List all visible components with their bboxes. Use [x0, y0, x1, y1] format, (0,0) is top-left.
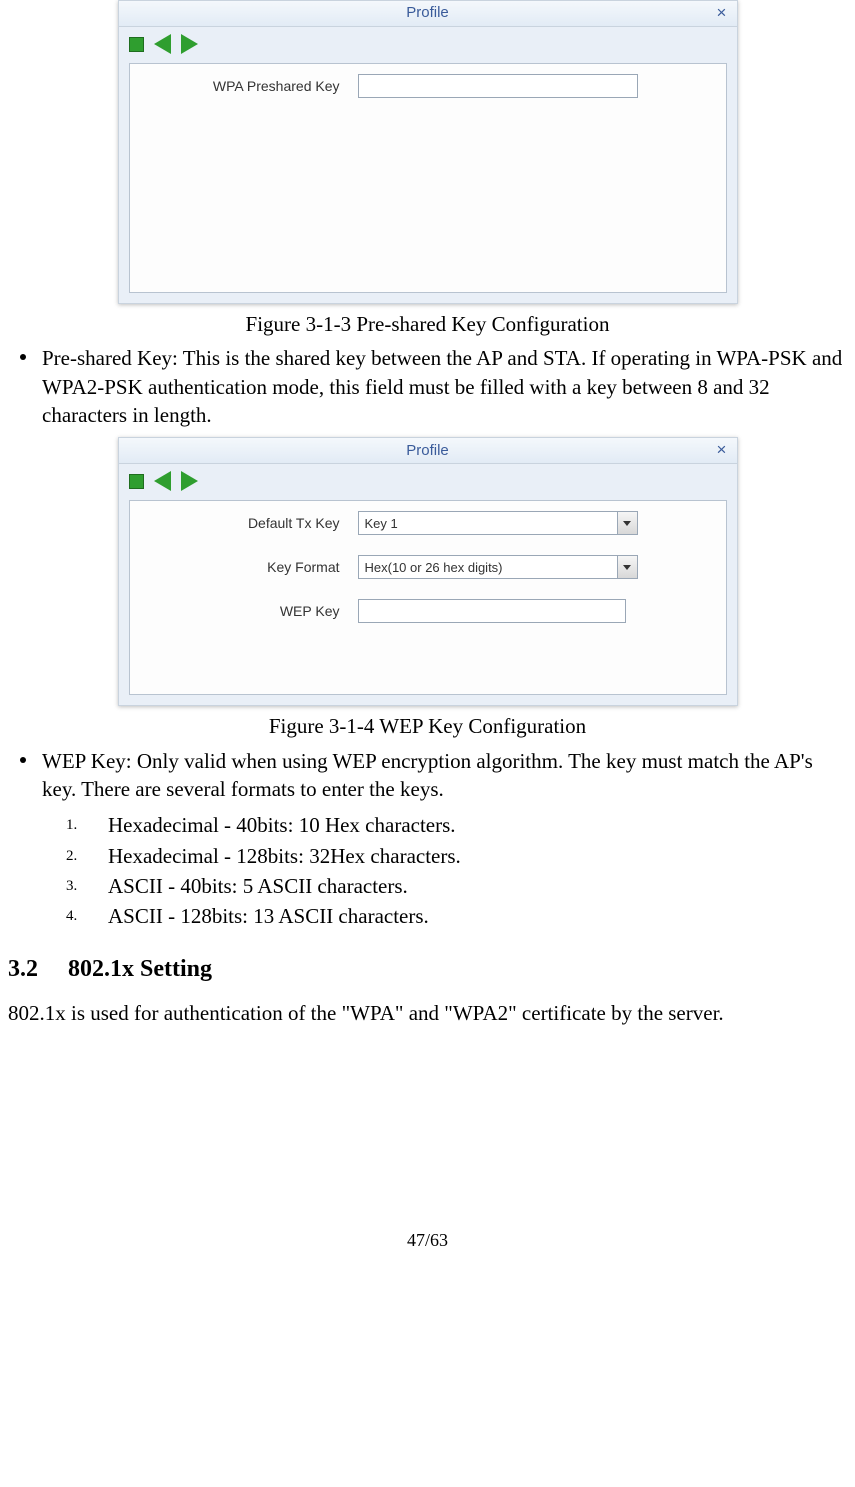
section-title: 802.1x Setting	[68, 956, 212, 982]
figure-caption-3-1-4: Figure 3-1-4 WEP Key Configuration	[8, 712, 847, 740]
wpa-preshared-key-input[interactable]	[358, 74, 638, 98]
default-tx-key-label: Default Tx Key	[148, 514, 358, 533]
chevron-down-icon	[617, 556, 637, 578]
stop-icon[interactable]	[129, 37, 144, 52]
page-number: 47/63	[8, 1228, 847, 1272]
section-heading-3-2: 3.2 802.1x Setting	[8, 953, 847, 985]
field-row-wep-key: WEP Key	[130, 589, 726, 633]
key-format-value: Hex(10 or 26 hex digits)	[365, 559, 503, 577]
dialog-title: Profile	[406, 3, 449, 23]
dialog-body: WPA Preshared Key	[129, 63, 727, 293]
chevron-down-icon	[617, 512, 637, 534]
forward-arrow-icon[interactable]	[181, 34, 198, 54]
dialog-title: Profile	[406, 441, 449, 461]
figure-caption-3-1-3: Figure 3-1-3 Pre-shared Key Configuratio…	[8, 310, 847, 338]
section-number: 3.2	[8, 953, 62, 985]
field-row-default-tx-key: Default Tx Key Key 1	[130, 501, 726, 545]
list-item: ASCII - 40bits: 5 ASCII characters.	[66, 872, 847, 900]
default-tx-key-value: Key 1	[365, 515, 398, 533]
wep-format-list: Hexadecimal - 40bits: 10 Hex characters.…	[8, 811, 847, 930]
dialog-toolbar	[119, 464, 737, 494]
bullet-text: WEP Key: Only valid when using WEP encry…	[42, 747, 847, 804]
wpa-preshared-key-label: WPA Preshared Key	[148, 77, 358, 96]
profile-dialog-psk: Profile × WPA Preshared Key	[118, 0, 738, 304]
key-format-select[interactable]: Hex(10 or 26 hex digits)	[358, 555, 638, 579]
dialog-titlebar: Profile ×	[119, 1, 737, 27]
field-row-key-format: Key Format Hex(10 or 26 hex digits)	[130, 545, 726, 589]
dialog-body: Default Tx Key Key 1 Key Format Hex(10 o…	[129, 500, 727, 695]
dialog-titlebar: Profile ×	[119, 438, 737, 464]
list-item: ASCII - 128bits: 13 ASCII characters.	[66, 902, 847, 930]
list-item: Hexadecimal - 128bits: 32Hex characters.	[66, 842, 847, 870]
field-row-psk: WPA Preshared Key	[130, 64, 726, 108]
section-body-text: 802.1x is used for authentication of the…	[8, 999, 847, 1027]
bullet-preshared-key: Pre-shared Key: This is the shared key b…	[8, 344, 847, 429]
default-tx-key-select[interactable]: Key 1	[358, 511, 638, 535]
wep-key-input[interactable]	[358, 599, 626, 623]
bullet-text: Pre-shared Key: This is the shared key b…	[42, 344, 847, 429]
close-icon[interactable]: ×	[713, 441, 731, 459]
profile-dialog-wep: Profile × Default Tx Key Key 1 Key Forma…	[118, 437, 738, 706]
wep-key-label: WEP Key	[148, 602, 358, 621]
dialog-toolbar	[119, 27, 737, 57]
back-arrow-icon[interactable]	[154, 34, 171, 54]
back-arrow-icon[interactable]	[154, 471, 171, 491]
bullet-icon	[8, 747, 42, 804]
forward-arrow-icon[interactable]	[181, 471, 198, 491]
stop-icon[interactable]	[129, 474, 144, 489]
bullet-icon	[8, 344, 42, 429]
key-format-label: Key Format	[148, 558, 358, 577]
list-item: Hexadecimal - 40bits: 10 Hex characters.	[66, 811, 847, 839]
close-icon[interactable]: ×	[713, 4, 731, 22]
bullet-wep-key: WEP Key: Only valid when using WEP encry…	[8, 747, 847, 804]
